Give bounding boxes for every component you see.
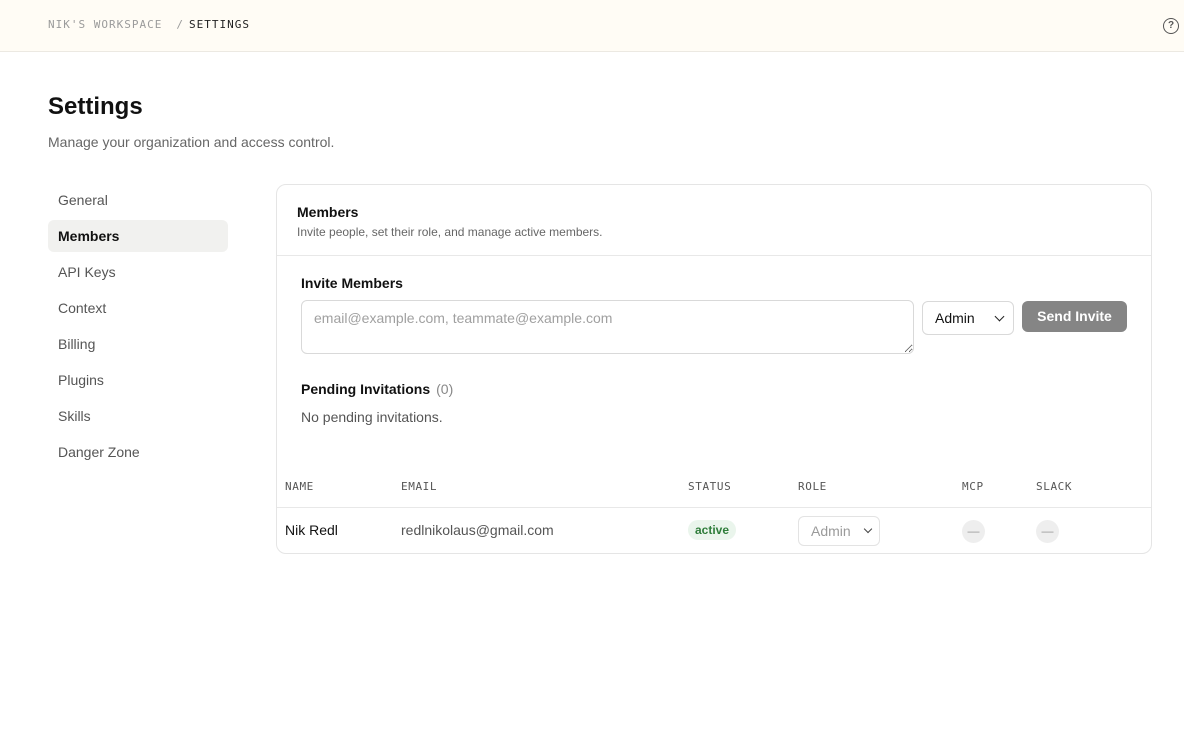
members-card-subtitle: Invite people, set their role, and manag…	[297, 225, 603, 239]
status-badge: active	[688, 520, 737, 540]
sidebar-item-api-keys[interactable]: API Keys	[48, 256, 228, 288]
column-header-status: STATUS	[688, 480, 732, 493]
column-header-email: EMAIL	[401, 480, 438, 493]
pending-invitations-label: Pending Invitations	[301, 381, 431, 397]
sidebar-item-general[interactable]: General	[48, 184, 228, 216]
top-bar: NIK'S WORKSPACE / SETTINGS ?	[0, 0, 1184, 52]
member-email: redlnikolaus@gmail.com	[401, 522, 554, 538]
page-subtitle: Manage your organization and access cont…	[48, 134, 335, 150]
column-header-role: ROLE	[798, 480, 827, 493]
pending-invitations-count: (0)	[436, 381, 454, 397]
chevron-down-icon	[994, 311, 1005, 321]
member-role-select[interactable]: Admin	[798, 516, 880, 546]
members-card: Members Invite people, set their role, a…	[276, 184, 1152, 554]
member-name: Nik Redl	[285, 522, 338, 538]
slack-status-icon[interactable]: —	[1036, 520, 1059, 543]
help-circle-icon[interactable]: ?	[1163, 18, 1179, 34]
invite-role-value: Admin	[935, 310, 975, 326]
invite-role-select[interactable]: Admin	[922, 301, 1014, 335]
invite-members-title: Invite Members	[301, 275, 403, 291]
breadcrumb-current: SETTINGS	[188, 18, 250, 31]
column-header-name: NAME	[285, 480, 314, 493]
pending-invitations-empty: No pending invitations.	[301, 409, 443, 425]
mcp-status-icon[interactable]: —	[962, 520, 985, 543]
sidebar-item-danger-zone[interactable]: Danger Zone	[48, 436, 228, 468]
sidebar-item-context[interactable]: Context	[48, 292, 228, 324]
breadcrumb-separator: /	[176, 18, 184, 31]
settings-sidebar: General Members API Keys Context Billing…	[48, 184, 228, 472]
pending-invitations-title: Pending Invitations (0)	[301, 381, 453, 397]
column-header-slack: SLACK	[1036, 480, 1073, 493]
sidebar-item-skills[interactable]: Skills	[48, 400, 228, 432]
sidebar-item-members[interactable]: Members	[48, 220, 228, 252]
breadcrumb-workspace[interactable]: NIK'S WORKSPACE	[48, 18, 162, 31]
column-header-mcp: MCP	[962, 480, 984, 493]
members-card-header: Members Invite people, set their role, a…	[277, 185, 1151, 256]
send-invite-button[interactable]: Send Invite	[1022, 301, 1127, 332]
chevron-down-icon	[863, 524, 873, 534]
sidebar-item-billing[interactable]: Billing	[48, 328, 228, 360]
invite-emails-input[interactable]	[301, 300, 914, 354]
member-role-value: Admin	[811, 523, 851, 539]
page-title: Settings	[48, 93, 143, 120]
breadcrumb: NIK'S WORKSPACE / SETTINGS	[48, 18, 250, 31]
table-divider	[277, 507, 1151, 508]
members-card-title: Members	[297, 204, 359, 220]
sidebar-item-plugins[interactable]: Plugins	[48, 364, 228, 396]
